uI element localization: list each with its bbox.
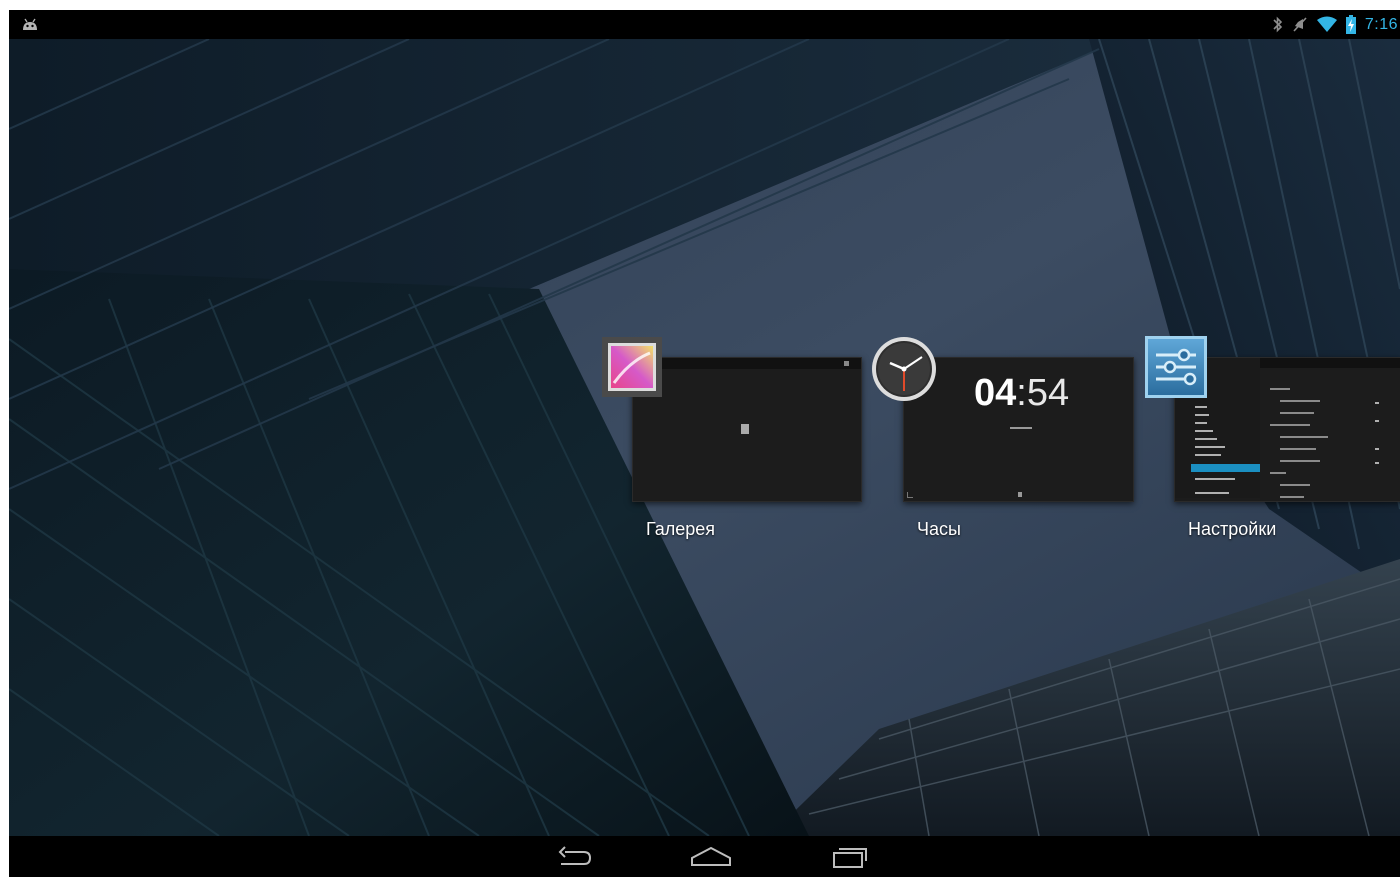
navigation-bar — [9, 836, 1400, 877]
screen-frame-bottom — [0, 877, 1400, 882]
bluetooth-icon — [1273, 16, 1282, 33]
status-bar[interactable]: 7:16 — [9, 10, 1400, 39]
recent-app-label: Галерея — [646, 519, 716, 539]
home-icon — [691, 846, 731, 866]
android-notification-icon[interactable] — [21, 16, 39, 32]
recent-apps-icon — [833, 848, 867, 868]
recent-apps-button[interactable] — [825, 844, 875, 870]
recent-app-label: Настройки — [1188, 519, 1277, 539]
recent-card-clock[interactable]: 04:54 Часы — [870, 335, 1140, 545]
clock-icon[interactable] — [870, 335, 938, 403]
settings-icon[interactable] — [1144, 335, 1208, 399]
wifi-icon — [1316, 16, 1337, 32]
home-button[interactable] — [686, 844, 736, 870]
recent-app-label: Часы — [917, 519, 961, 539]
back-button[interactable] — [550, 844, 600, 870]
mute-icon — [1293, 17, 1307, 32]
recent-card-gallery[interactable]: Галерея — [600, 335, 865, 545]
gallery-thumbnail[interactable] — [632, 357, 862, 502]
back-icon — [558, 846, 592, 865]
status-clock: 7:16 — [1364, 15, 1398, 33]
gallery-icon[interactable] — [600, 335, 664, 399]
screen-frame-left — [0, 0, 9, 882]
battery-charging-icon — [1345, 15, 1356, 34]
clock-thumbnail-time: 04:54 — [974, 372, 1070, 414]
recent-card-settings[interactable]: Настройки — [1144, 335, 1400, 545]
screen-frame-top — [0, 0, 1400, 10]
